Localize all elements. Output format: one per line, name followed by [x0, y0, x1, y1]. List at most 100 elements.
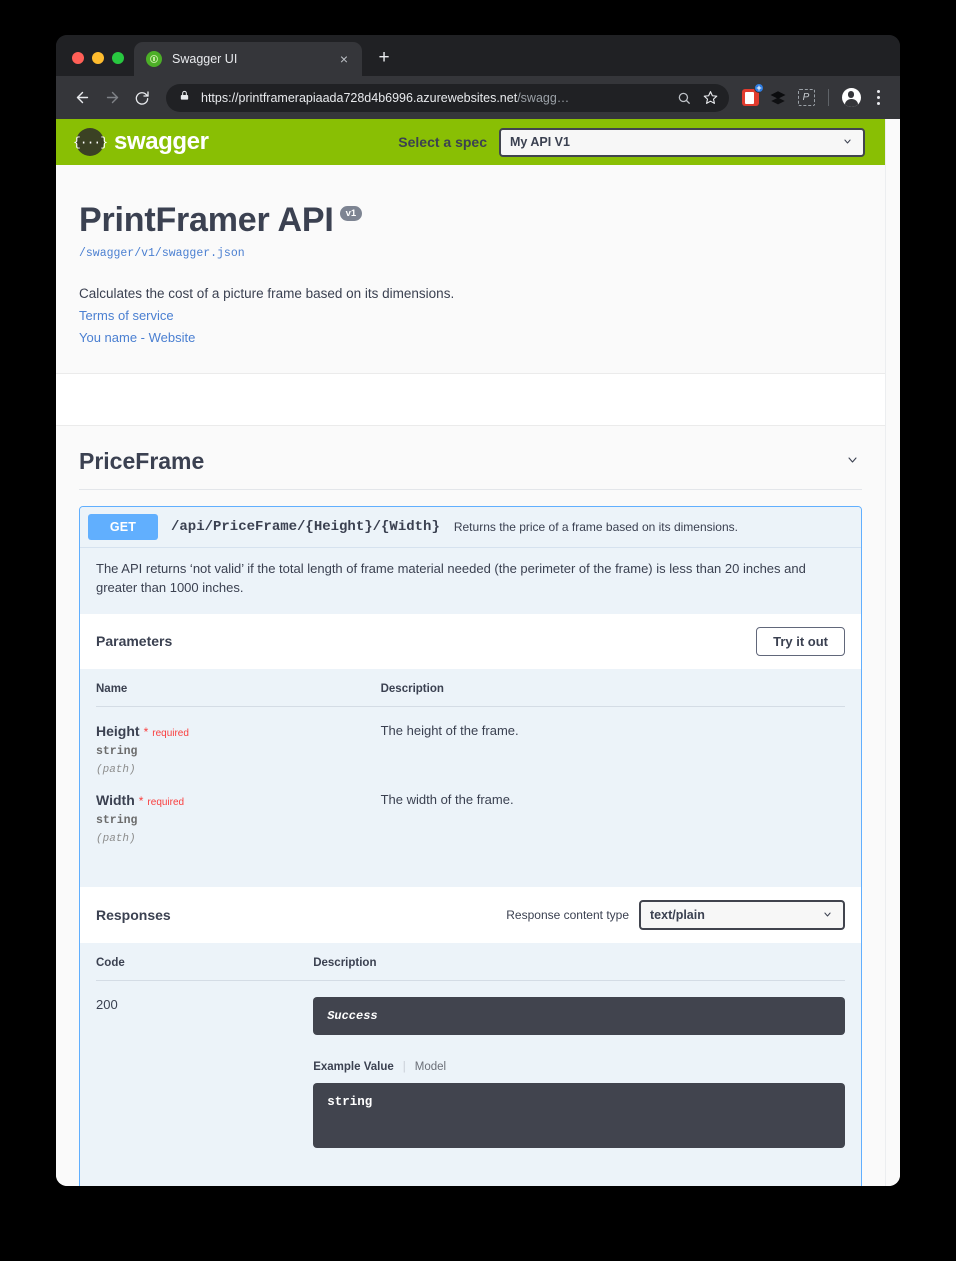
spec-selector-label: Select a spec [398, 134, 487, 150]
swagger-favicon-icon [146, 51, 162, 67]
parameter-cell-height: Height * required string (path) [96, 706, 381, 776]
example-model-tabs: Example Value | Model [313, 1061, 845, 1073]
tab-divider: | [402, 1060, 406, 1073]
response-code: 200 [96, 996, 118, 1012]
tag-header[interactable]: PriceFrame [79, 448, 862, 490]
col-header-description: Description [380, 682, 845, 707]
parameter-description: The height of the frame. [380, 722, 519, 738]
response-content-type-group: Response content type text/plain [506, 899, 845, 930]
address-bar-url: https://printframerapiaada728d4b6996.azu… [201, 90, 570, 105]
required-label: required [152, 727, 189, 739]
table-row: 200 Success Example Value | Model string [96, 980, 845, 1148]
swagger-ui-page: {···} swagger Select a spec My API V1 Pr… [56, 119, 885, 1186]
col-header-code: Code [96, 956, 314, 981]
browser-tab[interactable]: Swagger UI × [134, 42, 362, 76]
api-info-block: PrintFramer API v1 /swagger/v1/swagger.j… [56, 165, 885, 373]
tab-model[interactable]: Model [415, 1061, 446, 1073]
browser-tab-title: Swagger UI [172, 52, 238, 66]
responses-table-area: Code Description 200 Success Example Val… [80, 942, 861, 1176]
table-row: Width * required string (path) The width… [96, 776, 845, 845]
api-version-badge: v1 [339, 206, 363, 221]
response-content-type-label: Response content type [506, 907, 629, 922]
reload-icon[interactable] [128, 84, 156, 112]
toolbar-divider [828, 89, 829, 106]
operation-bottom-padding [80, 1175, 861, 1186]
swagger-topbar: {···} swagger Select a spec My API V1 [56, 119, 885, 165]
scheme-band [56, 373, 885, 426]
api-spec-url-link[interactable]: /swagger/v1/swagger.json [79, 247, 862, 260]
tag-section-priceframe: PriceFrame GET /api/PriceFrame/{Height}/… [56, 426, 885, 1186]
col-header-description: Description [313, 956, 845, 981]
api-description: Calculates the cost of a picture frame b… [79, 286, 455, 301]
required-label: required [147, 796, 185, 808]
spec-selector-group: Select a spec My API V1 [398, 127, 885, 157]
parameters-heading: Parameters [96, 633, 173, 650]
spec-select[interactable]: My API V1 [499, 127, 865, 157]
extension-bookmark-icon[interactable]: + [737, 82, 764, 111]
required-star-icon: * [138, 793, 144, 808]
contact-website-link[interactable]: You name - Website [79, 330, 862, 345]
parameter-description: The width of the frame. [380, 791, 514, 807]
avatar[interactable] [838, 85, 864, 111]
operation-summary: Returns the price of a frame based on it… [453, 520, 738, 534]
terms-of-service-link[interactable]: Terms of service [79, 308, 862, 323]
new-tab-button[interactable]: + [370, 44, 398, 72]
parameter-name: Height [96, 722, 140, 739]
chevron-down-icon [821, 908, 834, 922]
bookmark-star-icon[interactable] [697, 85, 723, 111]
window-maximize-button[interactable] [112, 52, 124, 64]
parameters-header-row: Parameters Try it out [80, 613, 861, 669]
parameter-location: (path) [96, 832, 136, 845]
swagger-wordmark: swagger [114, 128, 209, 155]
http-method-badge: GET [88, 514, 158, 540]
swagger-logo[interactable]: {···} swagger [73, 128, 209, 156]
response-description-box: Success [313, 996, 845, 1035]
lock-icon [179, 89, 192, 107]
tag-title: PriceFrame [79, 448, 205, 474]
page-viewport: {···} swagger Select a spec My API V1 Pr… [56, 119, 900, 1186]
response-content-type-select[interactable]: text/plain [639, 899, 845, 930]
chevron-down-icon[interactable] [843, 453, 862, 471]
response-content-type-value: text/plain [650, 907, 705, 922]
search-icon[interactable] [671, 85, 697, 111]
table-row: Height * required string (path) The heig… [96, 706, 845, 776]
browser-menu-icon[interactable] [866, 85, 890, 111]
operation-get-priceframe: GET /api/PriceFrame/{Height}/{Width} Ret… [79, 506, 862, 1186]
page-scrollbar[interactable] [885, 119, 900, 1186]
operation-description: The API returns ‘not valid’ if the total… [80, 547, 861, 614]
close-icon[interactable]: × [335, 50, 353, 68]
back-icon[interactable] [68, 84, 96, 112]
extension-placeholder-icon[interactable]: P [793, 85, 819, 111]
parameters-table: Name Description Height * required strin… [96, 682, 845, 845]
parameter-type: string [96, 813, 138, 827]
parameter-name: Width [96, 791, 135, 808]
col-header-name: Name [96, 682, 381, 707]
forward-icon[interactable] [98, 84, 126, 112]
browser-tab-strip: Swagger UI × + [56, 35, 900, 76]
window-close-button[interactable] [72, 52, 84, 64]
operation-summary-row[interactable]: GET /api/PriceFrame/{Height}/{Width} Ret… [80, 507, 861, 547]
swagger-mark-icon: {···} [73, 128, 108, 156]
parameter-type: string [96, 744, 138, 758]
window-minimize-button[interactable] [92, 52, 104, 64]
browser-toolbar: https://printframerapiaada728d4b6996.azu… [56, 76, 900, 119]
page-title: PrintFramer API [79, 201, 334, 239]
parameters-table-header: Name Description [96, 682, 845, 707]
try-it-out-button[interactable]: Try it out [756, 626, 845, 656]
address-bar[interactable]: https://printframerapiaada728d4b6996.azu… [166, 83, 729, 112]
example-value-box: string [313, 1082, 845, 1148]
operation-body: The API returns ‘not valid’ if the total… [80, 547, 861, 1186]
parameters-table-area: Name Description Height * required strin… [80, 668, 861, 887]
window-traffic-lights [56, 52, 134, 76]
response-description-cell: Success Example Value | Model string [313, 980, 845, 1148]
spec-select-value: My API V1 [510, 135, 570, 149]
tab-example-value[interactable]: Example Value [313, 1061, 394, 1073]
responses-header-row: Responses Response content type text/pla… [80, 886, 861, 943]
api-title-row: PrintFramer API v1 [79, 203, 862, 237]
parameter-location: (path) [96, 763, 136, 776]
operation-path: /api/PriceFrame/{Height}/{Width} [171, 519, 440, 535]
extension-layers-icon[interactable] [765, 85, 791, 111]
responses-table: Code Description 200 Success Example Val… [96, 956, 845, 1148]
parameter-cell-width: Width * required string (path) [96, 776, 381, 845]
browser-window: Swagger UI × + https://printframerapiaad… [56, 35, 900, 1186]
